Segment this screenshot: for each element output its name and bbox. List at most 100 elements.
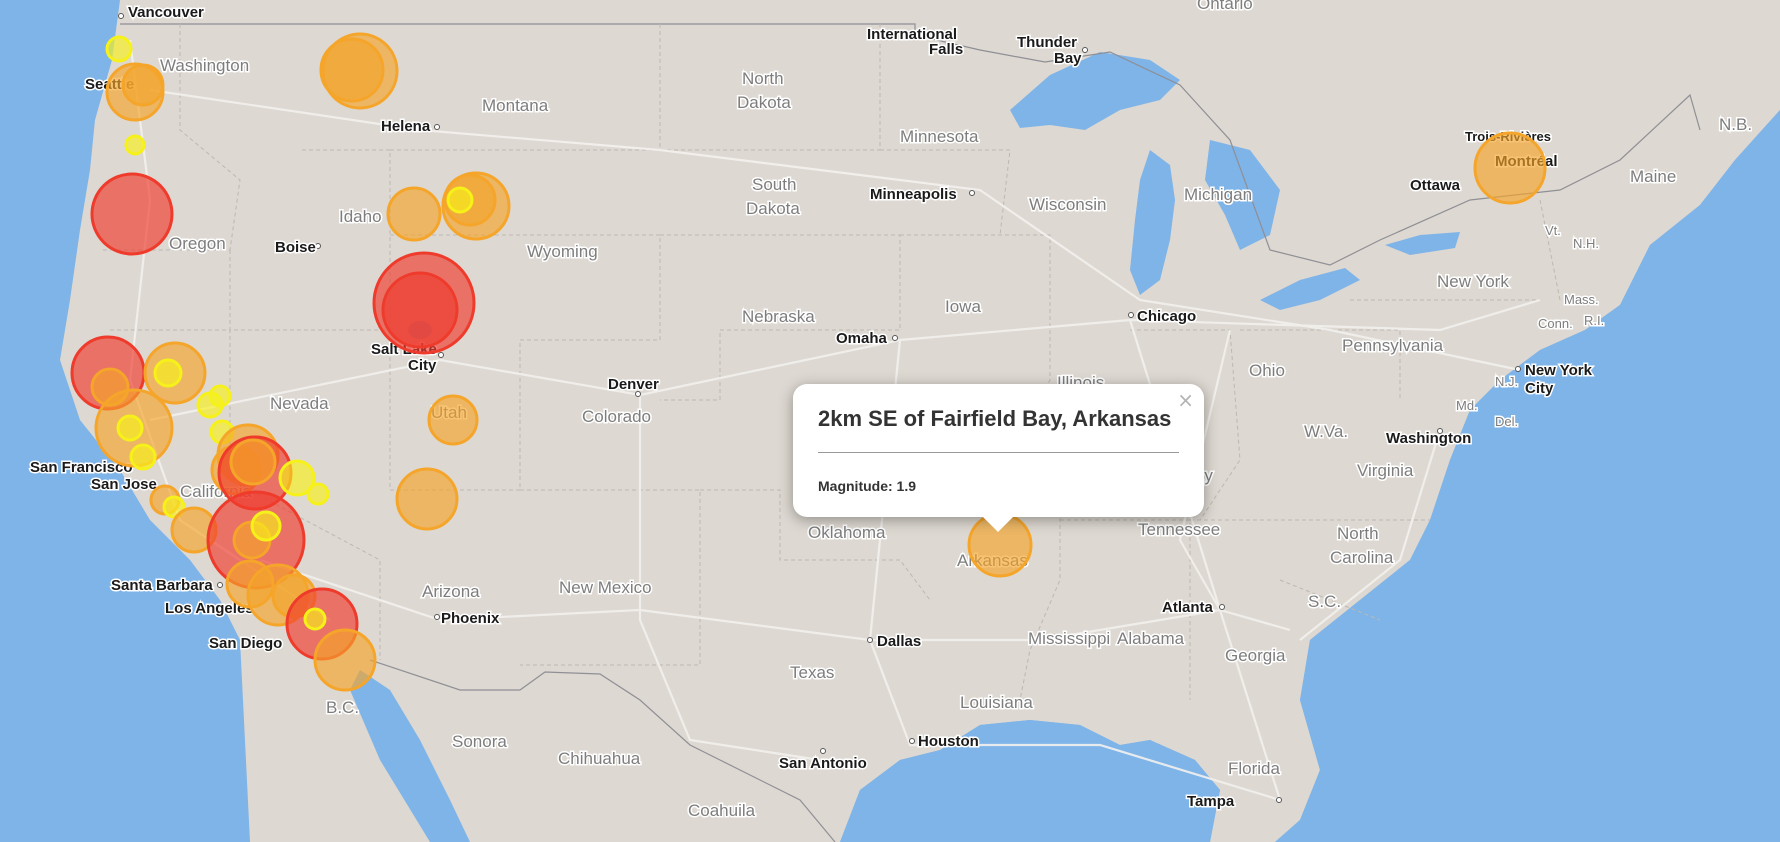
map-label: Coahuila [688,801,756,820]
map-label: Oregon [169,234,226,253]
earthquake-marker[interactable] [395,467,459,531]
map-label: Nebraska [742,307,815,326]
city-dot [438,352,444,358]
map-label: South [752,175,796,194]
map-label: Del. [1495,414,1518,429]
map-label: W.Va. [1304,422,1348,441]
map-label: New York [1525,362,1593,379]
map-label: Louisiana [960,693,1033,712]
map-label: North [742,69,784,88]
city-dot [909,738,915,744]
earthquake-marker[interactable] [313,628,377,692]
map-label: Conn. [1538,316,1573,331]
close-icon[interactable]: × [1177,388,1194,412]
city-dot [1515,366,1521,372]
map-label: Florida [1228,759,1281,778]
map-label: Georgia [1225,646,1286,665]
map-label: Ontario [1197,0,1253,13]
map-label: Carolina [1330,548,1394,567]
map-label: Tampa [1187,793,1235,810]
popup-tip [981,515,1015,532]
map-label: Washington [1386,430,1471,447]
map-label: S.C. [1308,592,1341,611]
map-label: Tennessee [1138,520,1220,539]
map-label: Michigan [1184,185,1252,204]
popup-title: 2km SE of Fairfield Bay, Arkansas [818,406,1172,431]
earthquake-marker[interactable] [124,134,146,156]
city-dot [1219,604,1225,610]
map-label: Ohio [1249,361,1285,380]
earthquake-marker[interactable] [427,394,479,446]
map-label: Texas [790,663,834,682]
earthquake-marker[interactable] [90,172,174,256]
map-label: Iowa [945,297,981,316]
city-dot [969,190,975,196]
map-label: N.H. [1573,236,1599,251]
map-label: Oklahoma [808,523,886,542]
map-label: Alabama [1117,629,1185,648]
map-label: Vt. [1545,223,1561,238]
map-label: Washington [160,56,249,75]
map-label: North [1337,524,1379,543]
earthquake-popup: × 2km SE of Fairfield Bay, Arkansas Magn… [793,384,1204,517]
earthquake-marker[interactable] [1473,131,1547,205]
earthquake-marker[interactable] [250,510,282,542]
map-label: Mass. [1564,292,1599,307]
earthquake-marker[interactable] [303,607,327,631]
earthquake-marker[interactable] [121,63,165,107]
map-label: N.B. [1719,115,1752,134]
map-label: B.C. [326,698,359,717]
city-dot [434,124,440,130]
map-label: Md. [1456,398,1478,413]
city-dot [1276,797,1282,803]
popup-magnitude: Magnitude: 1.9 [818,478,917,494]
map-label: Vancouver [128,4,204,21]
earthquake-marker[interactable] [129,443,157,471]
earthquake-marker[interactable] [116,414,144,442]
earthquake-marker[interactable] [381,271,459,349]
earthquake-marker[interactable] [319,37,385,103]
city-dot [315,243,321,249]
map-label: Sonora [452,732,507,751]
map-label: Thunder [1017,34,1077,51]
popup-divider [818,452,1179,453]
map-label: Wisconsin [1029,195,1106,214]
map-label: Atlanta [1162,599,1213,616]
map-label: Minneapolis [870,186,957,203]
earthquake-marker[interactable] [196,391,224,419]
map-label: Phoenix [441,610,500,627]
city-dot [820,748,826,754]
city-dot [892,335,898,341]
map-label: Ottawa [1410,177,1461,194]
map-label: Bay [1054,50,1082,67]
map-label: San Antonio [779,755,867,772]
city-dot [867,637,873,643]
map-label: R.I. [1584,313,1604,328]
map-label: Virginia [1357,461,1414,480]
map-label: Pennsylvania [1342,336,1444,355]
map-label: Houston [918,733,979,750]
map-label: Minnesota [900,127,979,146]
map-label: City [1525,380,1554,397]
earthquake-marker[interactable] [306,482,330,506]
map-label: Dakota [746,199,800,218]
city-dot [217,582,223,588]
map-label: Montana [482,96,549,115]
map-label: San Jose [91,476,157,493]
earthquake-marker[interactable] [153,358,183,388]
map-label: Chicago [1137,308,1196,325]
city-dot [434,614,440,620]
map-label: Falls [929,41,963,58]
city-dot [1082,47,1088,53]
map-label: Idaho [339,207,382,226]
earthquake-marker[interactable] [386,186,442,242]
map-label: New Mexico [559,578,652,597]
map-label: Dallas [877,633,921,650]
earthquake-marker[interactable] [446,186,474,214]
earthquake-marker[interactable] [105,35,133,63]
earthquake-marker[interactable] [229,438,277,486]
map-label: Dakota [737,93,791,112]
map-label: Boise [275,239,316,256]
map-label: Denver [608,376,659,393]
map-label: Arizona [422,582,480,601]
